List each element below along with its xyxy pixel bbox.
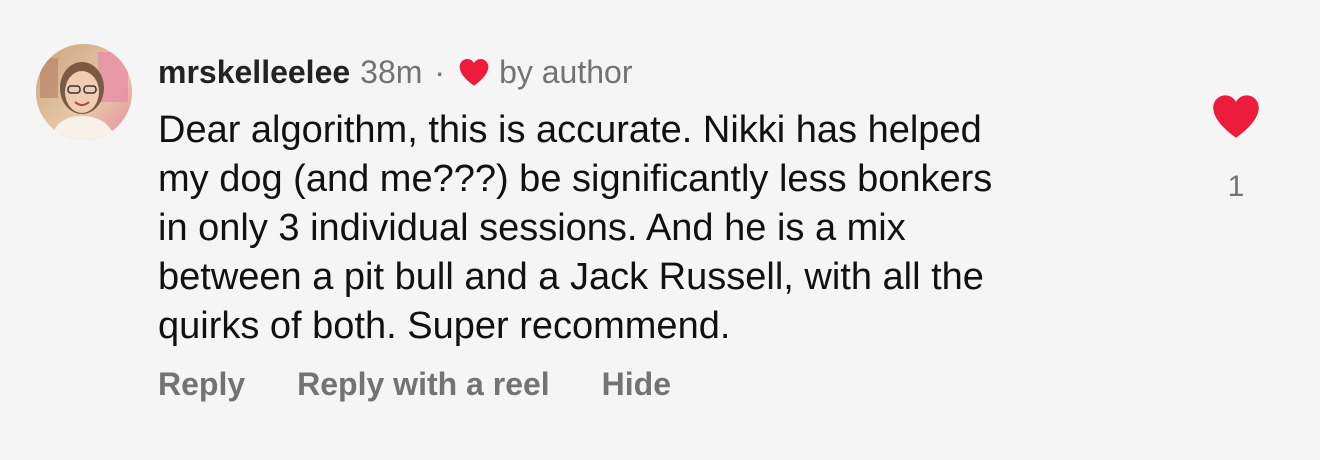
comment-header: mrskelleelee 38m · by author: [158, 50, 632, 94]
heart-icon: [1213, 95, 1259, 138]
avatar[interactable]: [36, 44, 132, 140]
like-count: 1: [1227, 170, 1245, 203]
comment-item: mrskelleelee 38m · by author Dear algori…: [0, 0, 1320, 460]
heart-icon: [457, 57, 491, 87]
comment-text: Dear algorithm, this is accurate. Nikki …: [158, 109, 993, 347]
comment-actions: Reply Reply with a reel Hide: [158, 366, 671, 403]
liked-by-author-label: by author: [499, 53, 633, 90]
like-column: 1: [1206, 92, 1266, 212]
reply-button[interactable]: Reply: [158, 366, 245, 403]
reply-with-reel-button[interactable]: Reply with a reel: [297, 366, 550, 403]
comment-timestamp: 38m: [360, 53, 423, 90]
like-button[interactable]: [1210, 92, 1262, 140]
hide-button[interactable]: Hide: [602, 366, 671, 403]
separator-dot: ·: [434, 53, 446, 90]
username-link[interactable]: mrskelleelee: [158, 54, 350, 91]
